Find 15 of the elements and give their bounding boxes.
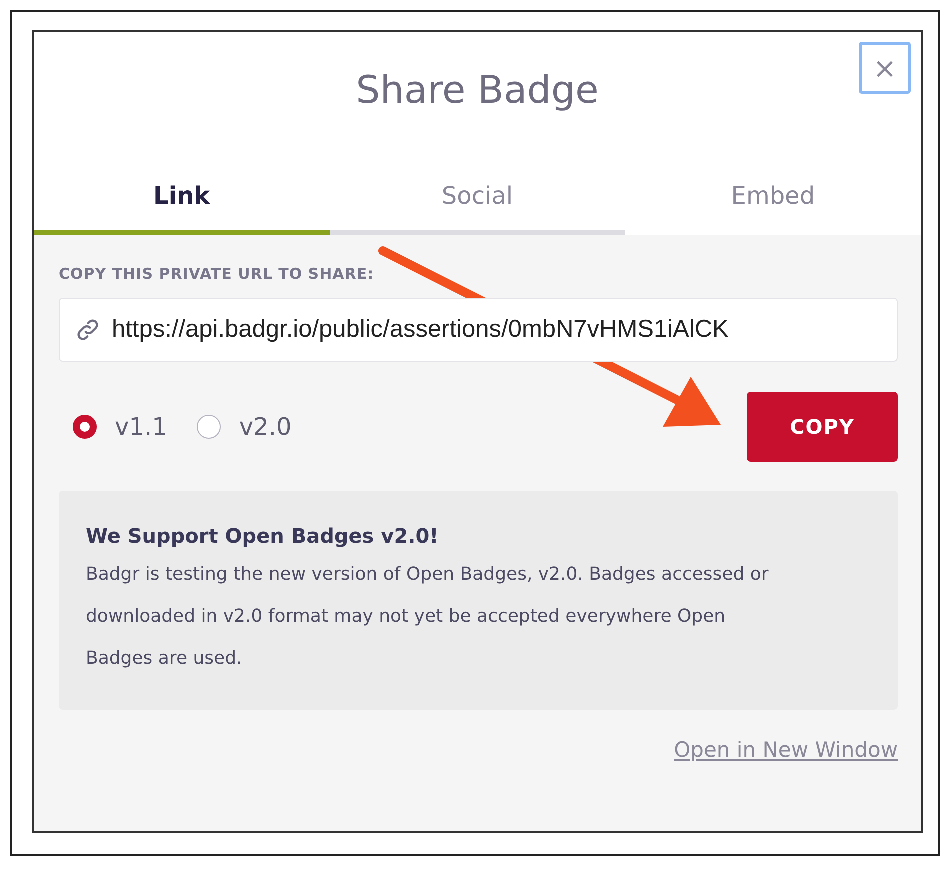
url-field[interactable]: https://api.badgr.io/public/assertions/0mbN7vHMS1iAlCK: [59, 298, 898, 362]
version-radio[interactable]: v1.1: [73, 413, 168, 441]
dialog-title: Share Badge: [356, 68, 599, 112]
notice-text: Badgr is testing the new version of Open Badges, v2.0. Badges accessed or downloaded in v2.0 format may not yet be accepted everywhere Open Badges are used.: [86, 563, 770, 671]
radio-circle[interactable]: [197, 415, 222, 439]
radio-label: v2.0: [239, 413, 292, 441]
close-button[interactable]: ×: [859, 42, 911, 94]
radio-circle[interactable]: [73, 415, 97, 439]
url-label: COPY THIS PRIVATE URL TO SHARE:: [59, 265, 376, 283]
open-in-new-window-link[interactable]: Open in New Window: [674, 738, 898, 762]
link-icon: [75, 317, 101, 343]
radio-label: v1.1: [115, 413, 168, 441]
version-radio[interactable]: v2.0: [197, 413, 292, 441]
copy-button[interactable]: COPY: [747, 392, 898, 462]
notice-title: We Support Open Badges v2.0!: [86, 524, 440, 548]
